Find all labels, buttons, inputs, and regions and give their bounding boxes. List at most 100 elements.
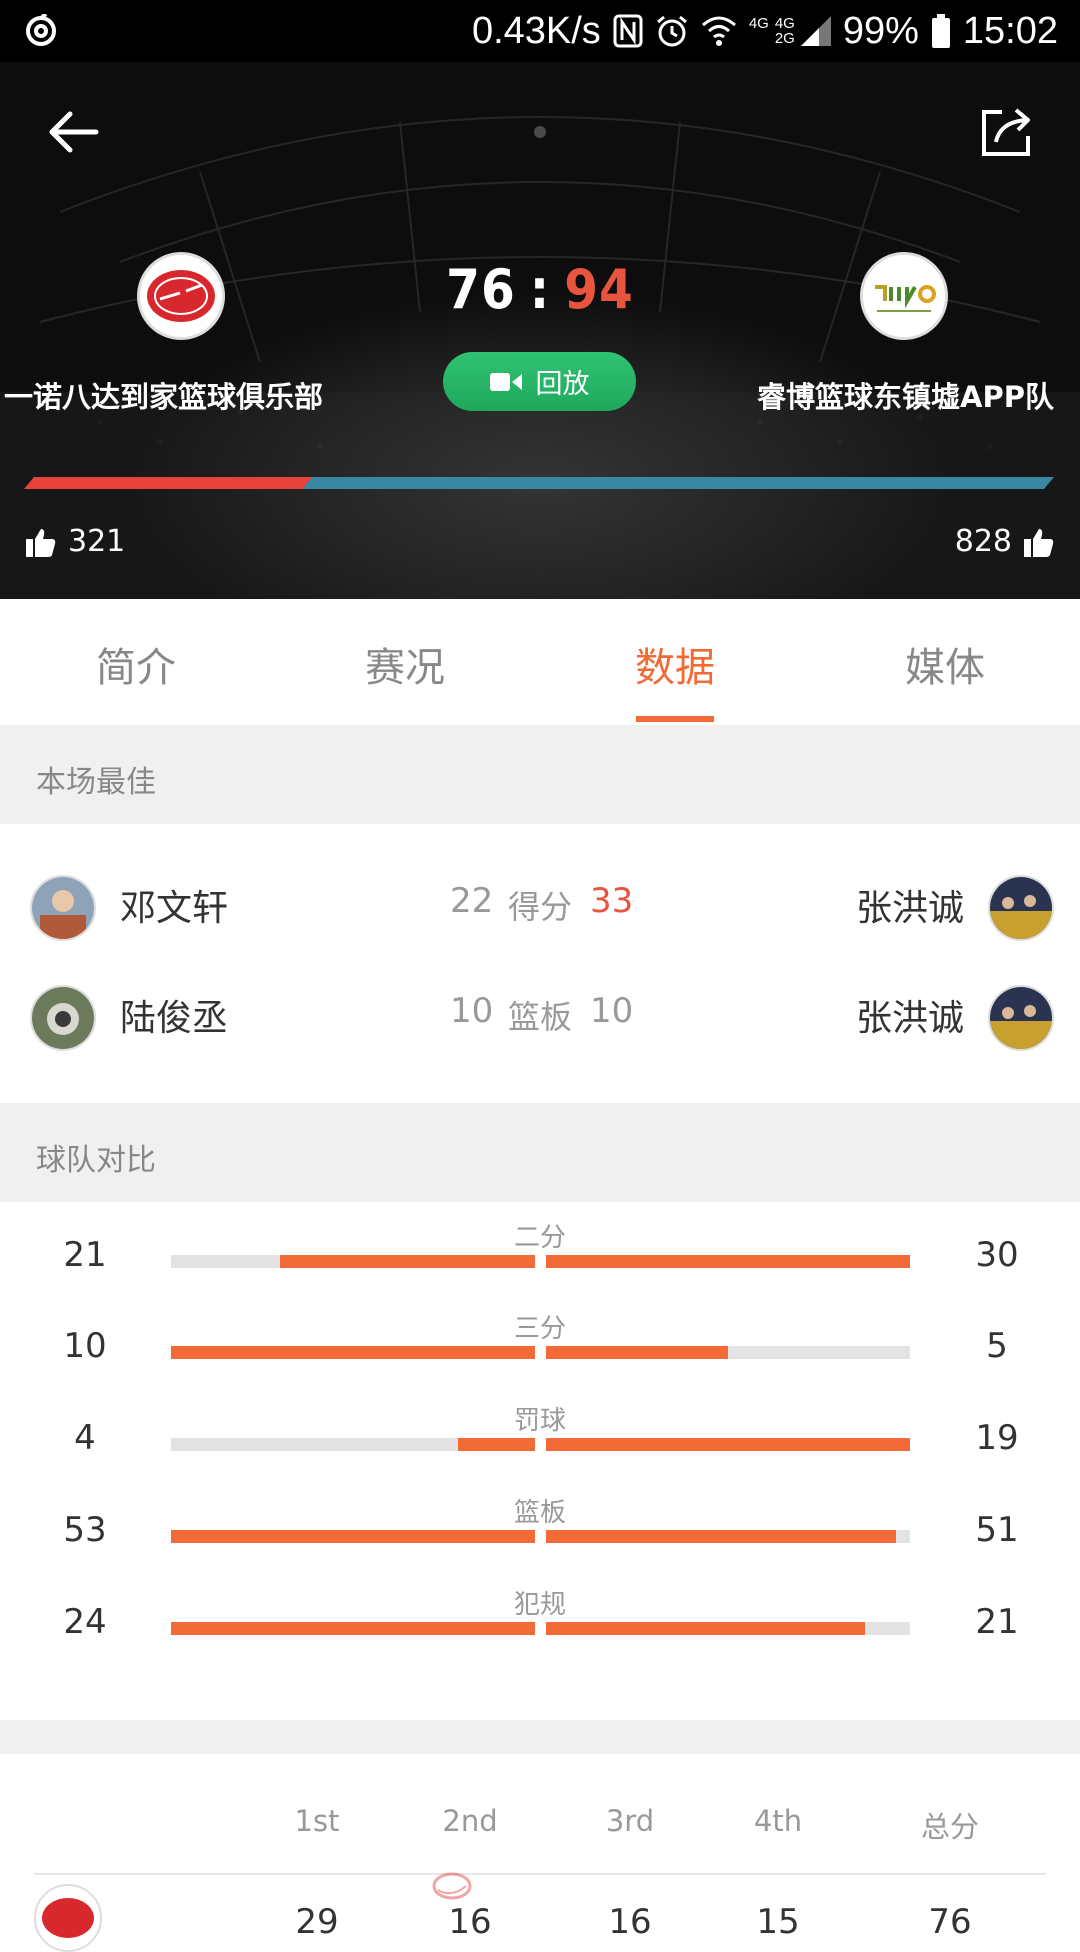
home-bar-fill [171, 1622, 535, 1635]
home-score: 76 [446, 258, 516, 321]
home-bar-fill [171, 1346, 535, 1359]
battery-icon [931, 14, 950, 48]
away-stat-number: 19 [975, 1418, 1019, 1458]
home-bar-fill [458, 1438, 535, 1451]
mvp-section-title: 本场最佳 [36, 765, 156, 800]
home-like-button[interactable]: 321 [26, 524, 125, 559]
avatar [988, 985, 1054, 1051]
home-bar-fill [280, 1255, 535, 1268]
comparison-label: 罚球 [513, 1406, 566, 1436]
home-stat-value: 22 [450, 881, 494, 921]
home-stat-value: 10 [450, 991, 494, 1031]
total-header: 总分 [920, 1810, 979, 1844]
tab-bar: 简介 赛况 数据 媒体 [0, 599, 1080, 725]
away-stat-value: 10 [590, 991, 634, 1031]
mvp-row[interactable]: 陆俊丞 10 篮板 10 张洪诚 [0, 977, 1080, 1057]
away-support-bar [302, 477, 1054, 489]
home-stat-number: 53 [63, 1510, 107, 1550]
home-logo-graphic [147, 270, 215, 322]
home-stat-number: 24 [63, 1602, 107, 1642]
mvp-section-header: 本场最佳 [0, 725, 1080, 824]
away-bar-fill [546, 1346, 728, 1359]
mvp-row[interactable]: 邓文轩 22 得分 33 张洪诚 [0, 867, 1080, 947]
scoreboard: 76:94 [440, 258, 640, 321]
home-team-name[interactable]: 一诺八达到家篮球俱乐部 [4, 374, 323, 416]
back-arrow-icon[interactable] [44, 102, 104, 162]
away-bar-track [546, 1530, 910, 1543]
home-stat-number: 4 [74, 1418, 96, 1458]
home-player-name: 邓文轩 [120, 888, 229, 929]
comparison-label: 犯规 [513, 1590, 566, 1620]
sig2-bottom-text: 2G [774, 30, 795, 47]
quarter-header: 4th [753, 1804, 803, 1838]
quarter-score: 16 [448, 1902, 492, 1942]
away-stat-number: 21 [975, 1602, 1019, 1642]
tab-live[interactable]: 赛况 [305, 635, 505, 693]
watermark-logo-icon [432, 1872, 472, 1900]
away-stat-value: 33 [590, 881, 634, 921]
nfc-icon [613, 14, 643, 48]
home-bar-track [171, 1346, 535, 1359]
away-score: 94 [564, 258, 634, 321]
avatar [30, 875, 96, 941]
comparison-label: 三分 [513, 1314, 566, 1344]
sig1-text: 4G [748, 15, 769, 32]
avatar [30, 985, 96, 1051]
quarter-header: 3rd [605, 1804, 655, 1838]
comparison-label: 二分 [513, 1223, 566, 1253]
tab-data[interactable]: 数据 [575, 635, 775, 693]
quarter-header: 1st [294, 1804, 340, 1838]
away-bar-fill [546, 1255, 910, 1268]
away-player-name: 张洪诚 [856, 998, 965, 1039]
quarter-header: 2nd [442, 1804, 498, 1838]
status-bar: 0.43K/s 4G. 4G2G 99% 15:02 [0, 0, 1080, 62]
watermark [430, 1868, 670, 1904]
score-separator: : [529, 258, 551, 321]
section-spacer [0, 1720, 1080, 1754]
away-team-logo [860, 252, 948, 340]
tab-media[interactable]: 媒体 [845, 635, 1045, 693]
app-swirl-icon [26, 14, 56, 46]
home-bar-track [171, 1530, 535, 1543]
replay-label: 回放 [535, 369, 590, 400]
home-team-logo [137, 252, 225, 340]
away-logo-graphic [863, 255, 945, 337]
away-bar-track [546, 1622, 910, 1635]
home-player-name: 陆俊丞 [120, 998, 229, 1039]
away-bar-track [546, 1346, 910, 1359]
away-team-name[interactable]: 睿博篮球东镇墟APP队 [757, 374, 1054, 416]
away-bar-track [546, 1255, 910, 1268]
comparison-section-header: 球队对比 [0, 1103, 1080, 1202]
comparison-section-title: 球队对比 [36, 1143, 156, 1178]
home-bar-fill [171, 1530, 535, 1543]
net-speed: 0.43K/s [471, 9, 601, 52]
home-bar-track [171, 1622, 535, 1635]
away-stat-number: 51 [975, 1510, 1019, 1550]
share-icon[interactable] [976, 102, 1036, 162]
away-bar-fill [546, 1622, 865, 1635]
away-like-count: 828 [954, 524, 1012, 559]
home-stat-number: 21 [63, 1235, 107, 1275]
home-support-bar [24, 477, 313, 489]
home-like-count: 321 [68, 524, 126, 559]
alarm-icon [656, 15, 687, 47]
away-stat-number: 5 [986, 1326, 1008, 1366]
video-camera-icon [489, 372, 522, 391]
quarter-score: 15 [756, 1902, 800, 1942]
thumbs-up-icon [1024, 528, 1054, 557]
replay-button[interactable]: 回放 [443, 352, 636, 411]
signal-icon [800, 16, 831, 46]
quarter-score: 16 [608, 1902, 652, 1942]
tab-intro[interactable]: 简介 [36, 635, 236, 693]
match-header: 76:94 一诺八达到家篮球俱乐部 睿博篮球东镇墟APP队 回放 321 828 [0, 62, 1080, 599]
clock: 15:02 [962, 9, 1058, 52]
stat-label: 篮板 [508, 998, 573, 1036]
away-like-button[interactable]: 828 [955, 524, 1054, 559]
signal-label-2: 4G 2G [775, 16, 795, 46]
away-player-name: 张洪诚 [856, 888, 965, 929]
away-stat-number: 30 [975, 1235, 1019, 1275]
home-bar-track [171, 1438, 535, 1451]
support-ratio-bar [24, 477, 1054, 489]
thumbs-up-icon [26, 528, 56, 557]
signal-label-1: 4G. [749, 16, 769, 46]
